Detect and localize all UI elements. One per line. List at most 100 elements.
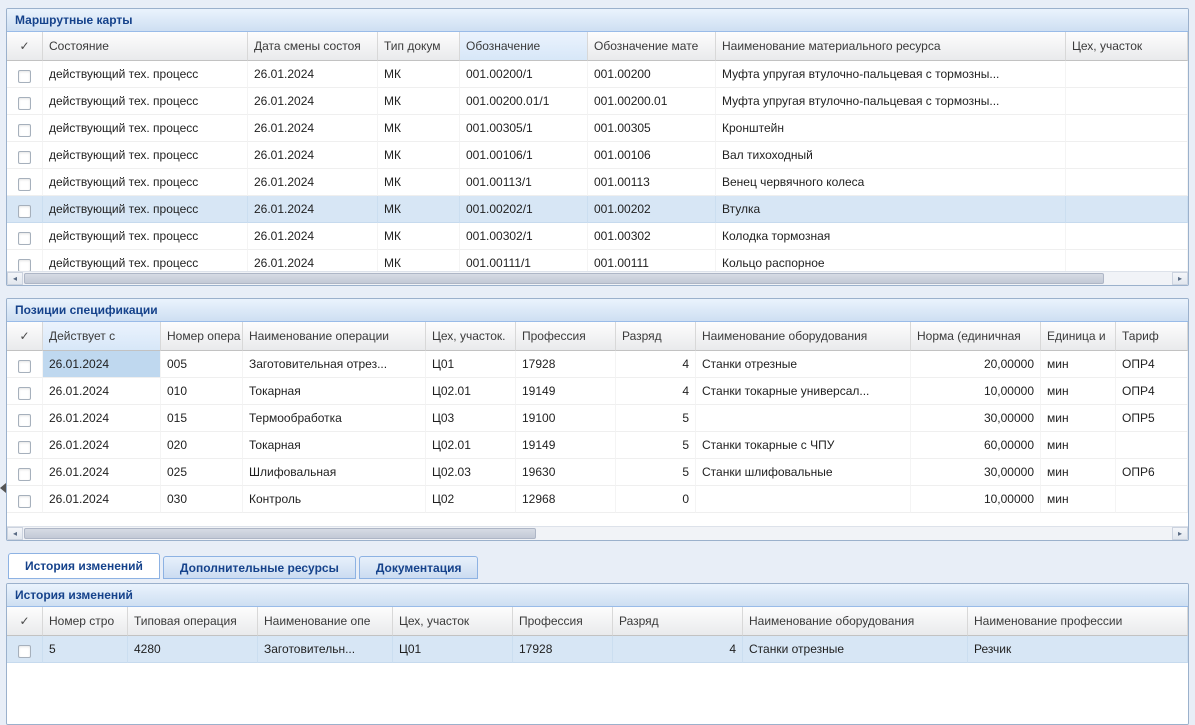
cell[interactable]: мин [1041,486,1116,513]
cell[interactable]: Токарная [243,432,426,459]
cell[interactable]: 10,00000 [911,486,1041,513]
column-header[interactable]: Состояние [43,32,248,61]
cell[interactable]: 005 [161,351,243,378]
cell[interactable]: Втулка [716,196,1066,223]
table-row[interactable]: 26.01.2024005Заготовительная отрез...Ц01… [7,351,1188,378]
cell[interactable]: 26.01.2024 [248,88,378,115]
row-checkbox[interactable] [18,387,31,400]
table-row[interactable]: 26.01.2024030КонтрольЦ0212968010,00000ми… [7,486,1188,513]
table-row[interactable]: 26.01.2024015ТермообработкаЦ0319100530,0… [7,405,1188,432]
table-row[interactable]: действующий тех. процесс26.01.2024МК001.… [7,115,1188,142]
cell[interactable]: 5 [616,432,696,459]
table-row[interactable]: 26.01.2024020ТокарнаяЦ02.01191495Станки … [7,432,1188,459]
cell[interactable]: 030 [161,486,243,513]
cell[interactable] [696,405,911,432]
cell[interactable]: Резчик [968,636,1188,663]
select-all-header[interactable]: ✓ [7,322,43,351]
cell[interactable]: 001.00202/1 [460,196,588,223]
cell[interactable]: 020 [161,432,243,459]
column-header[interactable]: Профессия [516,322,616,351]
scroll-left-button[interactable]: ◂ [7,527,23,540]
row-checkbox[interactable] [18,124,31,137]
row-checkbox[interactable] [18,70,31,83]
cell[interactable]: 001.00113 [588,169,716,196]
cell[interactable]: 001.00106 [588,142,716,169]
cell[interactable]: Контроль [243,486,426,513]
cell[interactable]: мин [1041,351,1116,378]
cell[interactable]: действующий тех. процесс [43,250,248,271]
row-checkbox[interactable] [18,205,31,218]
table-row[interactable]: 26.01.2024010ТокарнаяЦ02.01191494Станки … [7,378,1188,405]
cell[interactable]: 001.00111/1 [460,250,588,271]
cell[interactable]: Заготовительная отрез... [243,351,426,378]
tab-history[interactable]: История изменений [8,553,160,579]
table-row[interactable]: действующий тех. процесс26.01.2024МК001.… [7,169,1188,196]
cell[interactable]: МК [378,142,460,169]
column-header[interactable]: Номер опера [161,322,243,351]
cell[interactable]: ОПР4 [1116,378,1188,405]
row-checkbox[interactable] [18,151,31,164]
column-header[interactable]: Цех, участок. [426,322,516,351]
cell[interactable]: МК [378,250,460,271]
cell[interactable]: 5 [616,459,696,486]
table-row[interactable]: действующий тех. процесс26.01.2024МК001.… [7,250,1188,271]
tab-documentation[interactable]: Документация [359,556,479,579]
cell[interactable]: Ц02.01 [426,378,516,405]
cell[interactable]: МК [378,88,460,115]
cell[interactable]: действующий тех. процесс [43,88,248,115]
table-row[interactable]: действующий тех. процесс26.01.2024МК001.… [7,142,1188,169]
cell[interactable]: Ц02.03 [426,459,516,486]
cell[interactable]: 001.00113/1 [460,169,588,196]
cell[interactable]: 001.00302 [588,223,716,250]
cell[interactable]: 30,00000 [911,459,1041,486]
cell[interactable]: Станки отрезные [696,351,911,378]
cell[interactable]: 26.01.2024 [248,169,378,196]
cell[interactable]: 4280 [128,636,258,663]
cell[interactable] [1066,250,1188,271]
cell[interactable]: 17928 [513,636,613,663]
cell[interactable]: мин [1041,378,1116,405]
row-checkbox[interactable] [18,360,31,373]
cell[interactable]: 26.01.2024 [43,486,161,513]
cell[interactable]: 26.01.2024 [248,250,378,271]
cell[interactable] [1066,223,1188,250]
table-row[interactable]: действующий тех. процесс26.01.2024МК001.… [7,88,1188,115]
cell[interactable]: 26.01.2024 [43,459,161,486]
cell[interactable]: мин [1041,459,1116,486]
column-header[interactable]: Наименование оборудования [743,607,968,636]
row-checkbox[interactable] [18,259,31,272]
spec-positions-h-scrollbar[interactable]: ◂ ▸ [7,526,1188,540]
cell[interactable] [1066,61,1188,88]
cell[interactable]: 26.01.2024 [43,432,161,459]
column-header[interactable]: Профессия [513,607,613,636]
column-header[interactable]: Номер стро [43,607,128,636]
scroll-right-button[interactable]: ▸ [1172,527,1188,540]
cell[interactable]: 17928 [516,351,616,378]
cell[interactable]: 001.00202 [588,196,716,223]
column-header[interactable]: Разряд [616,322,696,351]
cell[interactable]: ОПР6 [1116,459,1188,486]
scrollbar-thumb[interactable] [24,273,1104,284]
cell[interactable] [1066,169,1188,196]
column-header[interactable]: Норма (единичная [911,322,1041,351]
cell[interactable]: мин [1041,432,1116,459]
cell[interactable]: 26.01.2024 [43,351,161,378]
row-checkbox[interactable] [18,468,31,481]
row-checkbox[interactable] [18,414,31,427]
cell[interactable]: Муфта упругая втулочно-пальцевая с тормо… [716,88,1066,115]
cell[interactable]: 001.00106/1 [460,142,588,169]
cell[interactable]: 4 [616,351,696,378]
splitter-collapse-icon[interactable] [0,483,6,493]
cell[interactable]: 001.00200/1 [460,61,588,88]
column-header[interactable]: Действует с [43,322,161,351]
select-all-header[interactable]: ✓ [7,607,43,636]
column-header[interactable]: Тип докум [378,32,460,61]
cell[interactable] [1116,432,1188,459]
cell[interactable]: МК [378,115,460,142]
column-header[interactable]: Цех, участок [1066,32,1188,61]
cell[interactable]: МК [378,61,460,88]
row-checkbox[interactable] [18,178,31,191]
cell[interactable]: 12968 [516,486,616,513]
row-checkbox[interactable] [18,441,31,454]
cell[interactable]: 20,00000 [911,351,1041,378]
